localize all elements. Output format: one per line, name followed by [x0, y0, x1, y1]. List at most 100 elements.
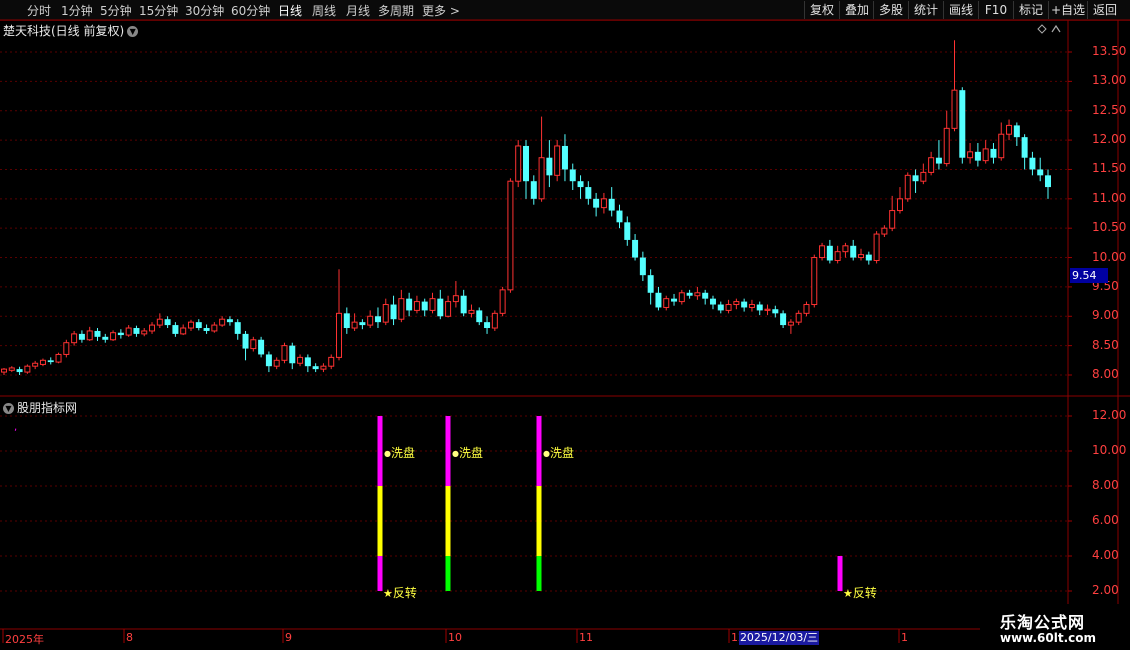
candle: [858, 248, 865, 261]
candle-body: [117, 332, 124, 336]
candle: [850, 239, 857, 261]
diamond-icon[interactable]: [1037, 24, 1047, 34]
candle-body: [413, 301, 420, 311]
candle: [320, 363, 327, 373]
price-tick-label: 9.00: [1092, 308, 1119, 323]
candle: [180, 324, 187, 336]
candle-body: [671, 298, 678, 302]
candle-body: [304, 357, 311, 367]
candle: [834, 245, 841, 264]
candle: [437, 289, 444, 320]
candle-body: [297, 356, 304, 364]
candle: [686, 289, 693, 299]
candle: [865, 251, 872, 265]
chevron-down-icon[interactable]: ▼: [127, 26, 139, 37]
candle: [546, 140, 553, 188]
candle-body: [530, 181, 537, 199]
candle-body: [336, 312, 343, 358]
chevron-up-icon[interactable]: [1051, 24, 1061, 33]
chevron-down-icon[interactable]: ▼: [3, 403, 14, 414]
signal-label: ●洗盘: [452, 444, 483, 461]
candle: [468, 304, 475, 318]
candle-body: [655, 292, 662, 308]
candle-body: [787, 321, 794, 326]
candle-body: [881, 227, 888, 235]
stock-title: 楚天科技(日线 前复权) ▼: [3, 22, 139, 39]
candle: [382, 298, 389, 326]
signal-text: 洗盘: [390, 446, 415, 460]
indicator-title-text: 股朋指标网: [17, 401, 78, 415]
candle-body: [273, 359, 280, 367]
candle: [826, 239, 833, 264]
candle: [258, 336, 265, 358]
candle: [281, 342, 288, 364]
candle-body: [920, 171, 927, 182]
candle-body: [16, 369, 23, 373]
candle-body: [406, 298, 413, 311]
indicator-title: ▼ 股朋指标网: [3, 399, 77, 416]
candle: [593, 192, 600, 217]
candle-body: [203, 328, 210, 331]
candle-body: [928, 157, 935, 173]
candle: [304, 354, 311, 373]
candle: [819, 242, 826, 261]
candle: [312, 363, 319, 373]
candle: [343, 307, 350, 334]
candle: [63, 339, 70, 358]
candle: [881, 225, 888, 237]
candle-body: [180, 327, 187, 335]
candle-body: [741, 301, 748, 308]
candle: [873, 231, 880, 264]
candle: [484, 316, 491, 334]
candle-body: [725, 304, 732, 311]
candle-body: [616, 210, 623, 223]
candle: [616, 204, 623, 229]
signal-label: ★反转: [843, 584, 877, 601]
candle: [741, 298, 748, 312]
price-tick-label: 13.00: [1092, 73, 1127, 88]
candle: [297, 354, 304, 367]
candle: [842, 242, 849, 258]
indicator-bar: [536, 416, 542, 591]
candle-body: [639, 257, 646, 276]
candle-body: [998, 133, 1005, 159]
candle: [912, 169, 919, 193]
candle: [1013, 122, 1020, 146]
price-tick-label: 8.00: [1092, 367, 1119, 381]
candle-body: [289, 345, 296, 364]
candle-body: [709, 298, 716, 305]
candle-body: [795, 312, 802, 323]
candle: [663, 295, 670, 311]
candle-body: [149, 324, 156, 332]
candle-body: [624, 222, 631, 240]
indicator-bar-segment: [445, 416, 451, 486]
kline-chart[interactable]: ,: [0, 0, 1130, 650]
candle: [772, 305, 779, 318]
candle: [577, 175, 584, 199]
candle: [585, 181, 592, 205]
candle: [265, 351, 272, 373]
indicator-tick-label: 12.00: [1092, 408, 1127, 422]
candle-body: [8, 367, 15, 371]
candle-body: [343, 313, 350, 329]
candle: [71, 330, 78, 346]
price-tick-label: 8.50: [1092, 337, 1119, 352]
candle: [172, 322, 179, 337]
candle-body: [748, 304, 755, 308]
candle: [406, 292, 413, 317]
candle: [671, 293, 678, 306]
indicator-bar-segment: [536, 486, 542, 556]
candle-body: [1029, 157, 1036, 170]
candle: [187, 319, 194, 331]
dot-icon: ●: [452, 449, 459, 458]
candle-body: [577, 181, 584, 188]
candle: [499, 286, 506, 317]
candle-body: [491, 312, 498, 329]
candle-body: [585, 187, 592, 199]
candle-body: [211, 324, 218, 332]
indicator-bar-segment: [377, 486, 383, 556]
candle-body: [974, 151, 981, 161]
candle: [336, 269, 343, 361]
candle-body: [873, 233, 880, 261]
candle: [748, 299, 755, 312]
